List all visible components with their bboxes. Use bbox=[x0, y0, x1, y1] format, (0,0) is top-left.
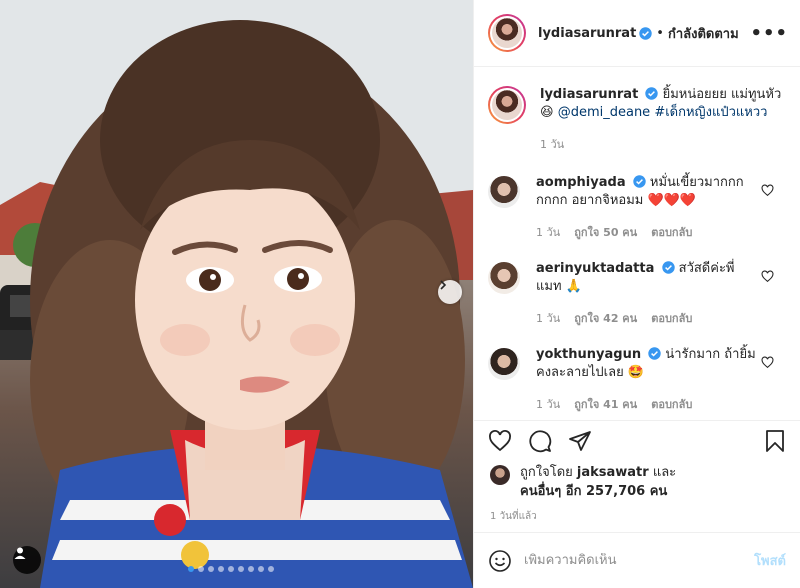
caption-mention-link[interactable]: @demi_deane bbox=[558, 105, 650, 120]
comment-likes-link[interactable]: ถูกใจ 42 คน bbox=[574, 310, 637, 328]
post-photo[interactable] bbox=[0, 0, 473, 588]
heart-icon bbox=[489, 429, 511, 451]
post-timestamp[interactable]: 1 วันที่แล้ว bbox=[490, 509, 537, 524]
comment-item: yokthunyagun น่ารักมาก ถ้ายิ้มคงละลายไปเ… bbox=[474, 346, 800, 414]
like-button[interactable] bbox=[488, 429, 512, 453]
toddler-photo-illustration bbox=[0, 0, 473, 588]
emoji-picker-button[interactable] bbox=[488, 549, 512, 573]
carousel-dot bbox=[248, 566, 254, 572]
carousel-dot bbox=[218, 566, 224, 572]
reply-button[interactable]: ตอบกลับ bbox=[651, 396, 692, 414]
caption-time: 1 วัน bbox=[540, 138, 565, 151]
liker-username[interactable]: jaksawatr bbox=[577, 465, 649, 480]
commenter-avatar[interactable] bbox=[488, 348, 520, 380]
chevron-right-icon bbox=[440, 280, 447, 290]
post-actions-bar bbox=[474, 420, 800, 460]
save-button[interactable] bbox=[764, 429, 786, 453]
comment-item: aomphiyada หมั่นเขี้ยวมากกกกกกก อยากจิหอ… bbox=[474, 174, 800, 242]
verified-badge-icon bbox=[661, 261, 675, 274]
post-details-panel: lydiasarunrat • กำลังติดตาม ••• lydiasar… bbox=[473, 0, 800, 588]
carousel-dot bbox=[258, 566, 264, 572]
comment-likes-link[interactable]: ถูกใจ 41 คน bbox=[574, 396, 637, 414]
comment-time: 1 วัน bbox=[536, 312, 561, 325]
commenter-username[interactable]: aerinyuktadatta bbox=[536, 261, 654, 276]
comment-item: aerinyuktadatta สวัสดีค่ะพี่แมท 🙏 1 วัน … bbox=[474, 260, 800, 328]
comment-likes-link[interactable]: ถูกใจ 50 คน bbox=[574, 224, 637, 242]
carousel-dot bbox=[238, 566, 244, 572]
verified-badge-icon bbox=[633, 175, 646, 188]
share-icon bbox=[569, 430, 591, 451]
author-username[interactable]: lydiasarunrat bbox=[538, 26, 636, 41]
caption-hashtag-link[interactable]: #เด็กหญิงแป๋วแหวว bbox=[654, 105, 767, 120]
next-photo-button[interactable] bbox=[438, 280, 462, 304]
tagged-users-button[interactable] bbox=[13, 546, 41, 574]
verified-badge-icon bbox=[639, 26, 652, 40]
comment-icon bbox=[529, 429, 552, 452]
carousel-dot bbox=[198, 566, 204, 572]
likes-summary: ถูกใจโดย jaksawatr และ คนอื่นๆ อีก 257,7… bbox=[490, 463, 784, 501]
comment-time: 1 วัน bbox=[536, 226, 561, 239]
bookmark-icon bbox=[766, 429, 784, 452]
commenter-username[interactable]: yokthunyagun bbox=[536, 347, 641, 362]
carousel-dot bbox=[268, 566, 274, 572]
heart-icon[interactable] bbox=[761, 356, 774, 369]
add-comment-bar: โพสต์ bbox=[474, 532, 800, 588]
user-icon bbox=[14, 547, 26, 559]
others-likes-link[interactable]: คนอื่นๆ อีก 257,706 คน bbox=[520, 484, 667, 499]
reply-button[interactable]: ตอบกลับ bbox=[651, 310, 692, 328]
comment-button[interactable] bbox=[528, 429, 552, 453]
liked-by-prefix: ถูกใจโดย bbox=[520, 465, 573, 480]
caption-author-avatar[interactable] bbox=[488, 86, 526, 124]
verified-badge-icon bbox=[648, 347, 661, 360]
verified-badge-icon bbox=[645, 87, 659, 100]
more-options-button[interactable]: ••• bbox=[750, 23, 788, 44]
comment-input[interactable] bbox=[524, 553, 755, 568]
post-caption: lydiasarunrat ยิ้มหน่อยยย แม่ทูนหัว 😆 @d… bbox=[474, 68, 800, 154]
heart-icon[interactable] bbox=[761, 184, 774, 197]
heart-icon[interactable] bbox=[761, 270, 774, 283]
carousel-dot bbox=[208, 566, 214, 572]
comment-time: 1 วัน bbox=[536, 398, 561, 411]
caption-username[interactable]: lydiasarunrat bbox=[540, 87, 638, 102]
commenter-username[interactable]: aomphiyada bbox=[536, 175, 626, 190]
share-button[interactable] bbox=[568, 429, 592, 453]
carousel-indicator bbox=[188, 566, 274, 572]
carousel-dot bbox=[228, 566, 234, 572]
following-button[interactable]: กำลังติดตาม bbox=[668, 23, 739, 44]
commenter-avatar[interactable] bbox=[488, 262, 520, 294]
post-comment-button[interactable]: โพสต์ bbox=[754, 550, 786, 571]
separator-dot: • bbox=[656, 25, 664, 41]
liker-avatar[interactable] bbox=[490, 465, 510, 485]
liked-by-and: และ bbox=[652, 465, 677, 480]
reply-button[interactable]: ตอบกลับ bbox=[651, 224, 692, 242]
emoji-icon bbox=[489, 549, 511, 572]
comments-list[interactable]: lydiasarunrat ยิ้มหน่อยยย แม่ทูนหัว 😆 @d… bbox=[474, 68, 800, 420]
commenter-avatar[interactable] bbox=[488, 176, 520, 208]
carousel-dot-active bbox=[188, 566, 194, 572]
post-header: lydiasarunrat • กำลังติดตาม ••• bbox=[474, 0, 800, 67]
author-avatar[interactable] bbox=[488, 14, 526, 52]
